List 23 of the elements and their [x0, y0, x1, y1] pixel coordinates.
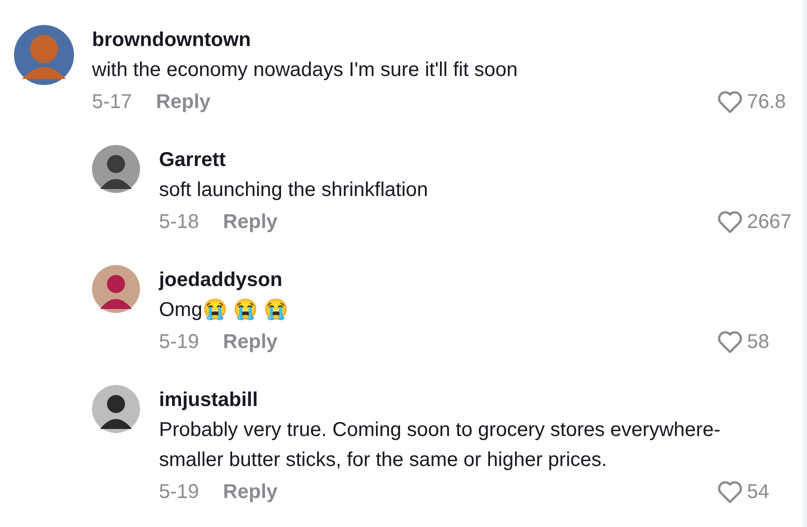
comment-text: soft launching the shrinkflation — [159, 178, 430, 203]
avatar[interactable] — [92, 145, 140, 193]
heart-icon[interactable] — [717, 480, 743, 504]
like-count: 2667 — [747, 210, 792, 234]
like-count: 54 — [747, 480, 770, 504]
comment-text: with the economy nowadays I'm sure it'll fit soon — [92, 58, 519, 83]
heart-icon[interactable] — [717, 330, 743, 354]
username[interactable]: joedaddyson — [159, 265, 282, 295]
comment-date: 5-19 — [159, 480, 200, 504]
comment-text: Omg😭 😭 😭 — [159, 298, 290, 323]
comment-date: 5-18 — [159, 210, 200, 234]
username[interactable]: browndowntown — [92, 25, 251, 55]
username[interactable]: Garrett — [159, 145, 226, 175]
heart-icon[interactable] — [717, 90, 743, 114]
avatar[interactable] — [92, 385, 140, 433]
comment-text: Probably very true. Coming soon to grocery stores everywhere- smaller butter sticks, for the same or higher prices. — [159, 418, 722, 473]
heart-icon[interactable] — [717, 210, 743, 234]
comment-date: 5-17 — [92, 90, 132, 114]
like-count: 76.8 — [747, 90, 787, 114]
avatar[interactable] — [92, 265, 140, 313]
like-count: 58 — [747, 330, 770, 354]
username[interactable]: imjustabill — [159, 385, 258, 415]
comment-date: 5-19 — [159, 330, 200, 354]
